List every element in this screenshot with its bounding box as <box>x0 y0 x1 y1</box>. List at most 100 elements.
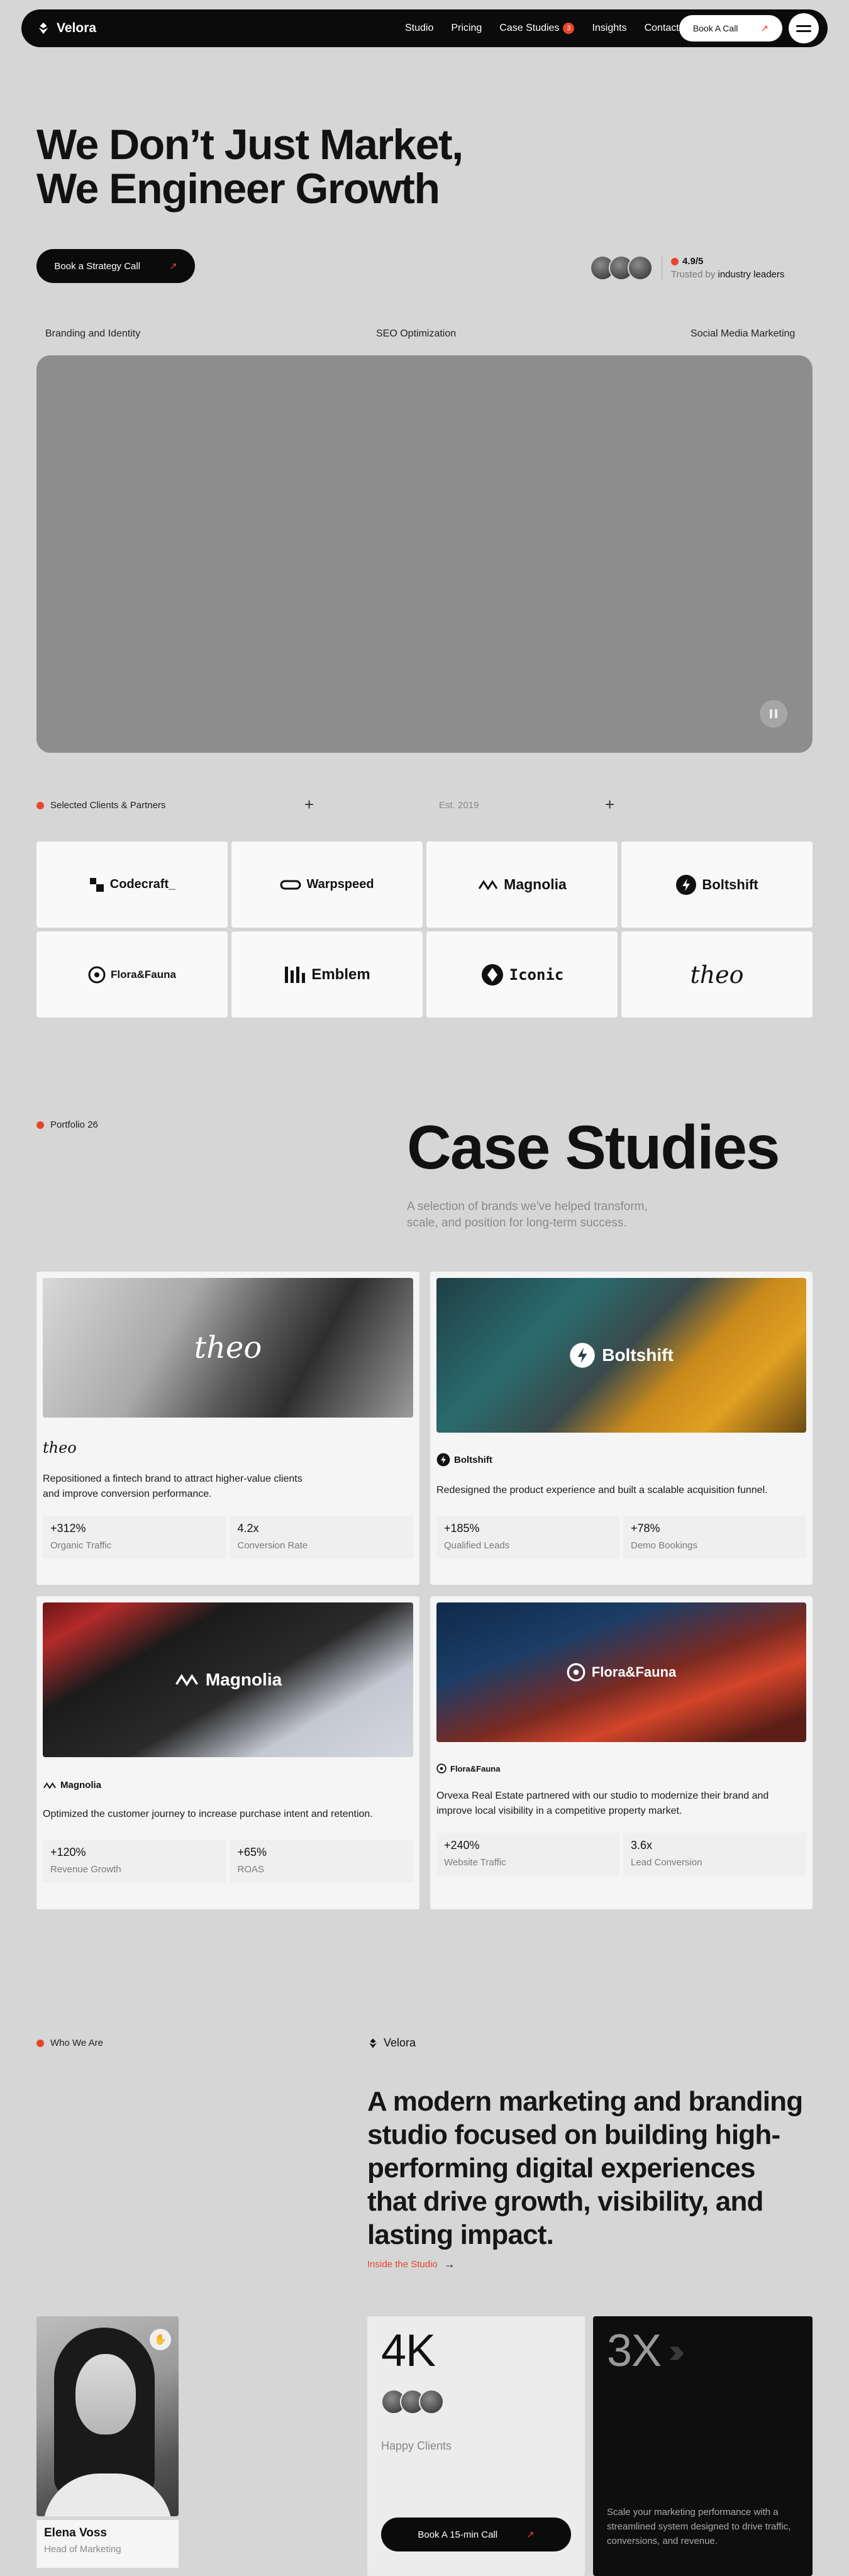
nav-actions: Book A Call ↗ <box>679 13 819 43</box>
stat-label: Lead Conversion <box>631 1857 702 1868</box>
case-study-card-magnolia[interactable]: Magnolia Magnolia Optimized the customer… <box>36 1596 419 1909</box>
case-study-brand: theo <box>43 1439 413 1457</box>
case-study-image-logo: Flora&Fauna <box>567 1663 676 1682</box>
who-we-are-tag: Who We Are <box>36 2038 103 2048</box>
status-dot-icon <box>36 801 44 809</box>
case-study-brand-label: Magnolia <box>60 1780 102 1790</box>
book-15-min-call-button[interactable]: Book A 15-min Call ↗ <box>381 2518 571 2551</box>
case-study-stats: +240% Website Traffic 3.6x Lead Conversi… <box>436 1833 806 1875</box>
flora-icon <box>567 1663 585 1682</box>
portrait-face-shape <box>75 2354 136 2434</box>
trusted-text: Trusted by industry leaders <box>671 269 784 280</box>
book-a-call-button[interactable]: Book A Call ↗ <box>679 15 782 42</box>
hero-video[interactable] <box>36 355 813 753</box>
stat-value: +120% <box>50 1846 86 1858</box>
client-logo-label: Iconic <box>509 965 564 984</box>
magnolia-icon <box>43 1782 56 1789</box>
who-brand-label: Velora <box>384 2036 416 2049</box>
case-study-brand-label: Flora&Fauna <box>450 1763 501 1774</box>
case-study-image-logo: theo <box>194 1330 262 1365</box>
hand-wave-icon[interactable]: ✋ <box>150 2329 171 2350</box>
stat-label: Revenue Growth <box>50 1864 121 1875</box>
stat-label: Website Traffic <box>444 1857 506 1868</box>
nav-link-studio[interactable]: Studio <box>405 23 433 34</box>
happy-clients-avatars <box>381 2389 444 2414</box>
brand-logo[interactable]: Velora <box>36 21 96 36</box>
emblem-icon <box>285 966 306 983</box>
stat-block: +78% Demo Bookings <box>623 1516 806 1558</box>
pause-button[interactable] <box>760 700 787 728</box>
inside-the-studio-link[interactable]: Inside the Studio → <box>367 2258 455 2271</box>
chevrons-right-icon: ››› <box>669 2332 685 2370</box>
stat-value: +65% <box>237 1846 267 1858</box>
rating-block: 4.9/5 Trusted by industry leaders <box>671 256 784 280</box>
portfolio-tag-label: Portfolio 26 <box>50 1119 98 1130</box>
scale-description: Scale your marketing performance with a … <box>607 2507 791 2546</box>
magnolia-icon <box>175 1674 198 1687</box>
nav-link-case-studies-label: Case Studies <box>499 23 560 33</box>
rating-score: 4.9/5 <box>671 256 784 267</box>
velora-logo-icon <box>369 2038 377 2048</box>
portfolio-tag: Portfolio 26 <box>36 1119 98 1130</box>
happy-clients-label: Happy Clients <box>381 2440 452 2452</box>
case-study-brand: Magnolia <box>43 1780 413 1790</box>
case-studies-count-badge: 3 <box>563 23 575 34</box>
inside-the-studio-label: Inside the Studio <box>367 2259 438 2270</box>
case-study-image-logo: Magnolia <box>174 1670 282 1690</box>
case-study-card-flora-fauna[interactable]: Flora&Fauna Flora&Fauna Orvexa Real Esta… <box>430 1596 813 1909</box>
stat-value: +312% <box>50 1522 86 1535</box>
stat-block: +120% Revenue Growth <box>43 1840 226 1882</box>
trusted-prefix: Trusted by <box>671 269 716 280</box>
arrow-up-right-icon: ↗ <box>526 2529 535 2540</box>
nav-link-insights[interactable]: Insights <box>592 23 626 34</box>
team-member-photo: ✋ <box>36 2316 179 2516</box>
case-study-brand: Boltshift <box>436 1453 806 1467</box>
case-study-card-theo[interactable]: theo theo Repositioned a fintech brand t… <box>36 1272 419 1585</box>
service-seo: SEO Optimization <box>376 328 457 339</box>
hamburger-line-icon <box>796 30 811 32</box>
bolt-icon <box>570 1343 595 1368</box>
avatar <box>628 255 653 280</box>
stat-value: 4.2x <box>237 1522 259 1535</box>
case-study-image: Boltshift <box>436 1278 806 1433</box>
team-member-info: Elena Voss Head of Marketing <box>36 2520 179 2568</box>
nav-link-case-studies[interactable]: Case Studies 3 <box>499 23 575 34</box>
client-logo-magnolia: Magnolia <box>426 841 618 928</box>
case-study-card-boltshift[interactable]: Boltshift Boltshift Redesigned the produ… <box>430 1272 813 1585</box>
stat-label: Organic Traffic <box>50 1540 112 1551</box>
arrow-up-right-icon: ↗ <box>760 23 769 34</box>
stat-value: +78% <box>631 1522 660 1535</box>
clients-tag: Selected Clients & Partners <box>36 800 165 811</box>
flora-icon <box>436 1763 447 1774</box>
client-logo-codecraft: Codecraft_ <box>36 841 228 928</box>
stat-block: 3.6x Lead Conversion <box>623 1833 806 1875</box>
happy-clients-card: 4K Happy Clients Book A 15-min Call ↗ <box>367 2316 585 2576</box>
client-logo-label: Emblem <box>311 965 370 983</box>
book-strategy-call-button[interactable]: Book a Strategy Call ↗ <box>36 249 195 283</box>
team-member-name: Elena Voss <box>44 2526 107 2540</box>
nav-link-contact[interactable]: Contact <box>645 23 679 34</box>
client-logo-emblem: Emblem <box>231 931 423 1018</box>
happy-clients-number: 4K <box>381 2326 436 2376</box>
hero-title: We Don’t Just Market, We Engineer Growth <box>36 123 463 211</box>
stat-label: Qualified Leads <box>444 1540 510 1551</box>
menu-button[interactable] <box>789 13 819 43</box>
bolt-icon <box>676 874 697 895</box>
scale-number-row: 3X ››› <box>607 2325 685 2377</box>
arrow-right-icon: → <box>443 2258 455 2270</box>
client-logo-grid: Codecraft_ Warpspeed Magnolia Boltshift … <box>36 841 813 1018</box>
team-member-role: Head of Marketing <box>44 2544 121 2555</box>
stat-block: +240% Website Traffic <box>436 1833 619 1875</box>
pause-bar-icon <box>770 709 772 718</box>
case-studies-subtitle: A selection of brands we've helped trans… <box>407 1200 648 1230</box>
avatar <box>419 2389 444 2414</box>
status-dot-icon <box>36 1121 44 1129</box>
client-logo-boltshift: Boltshift <box>621 841 813 928</box>
who-we-are-tag-label: Who We Are <box>50 2038 103 2048</box>
who-we-are-headline: A modern marketing and branding studio f… <box>367 2086 803 2250</box>
stat-label: Demo Bookings <box>631 1540 697 1551</box>
nav-link-pricing[interactable]: Pricing <box>451 23 482 34</box>
stat-block: +65% ROAS <box>230 1840 413 1882</box>
flora-icon <box>88 966 106 983</box>
case-study-image-logo-label: Magnolia <box>205 1670 282 1689</box>
